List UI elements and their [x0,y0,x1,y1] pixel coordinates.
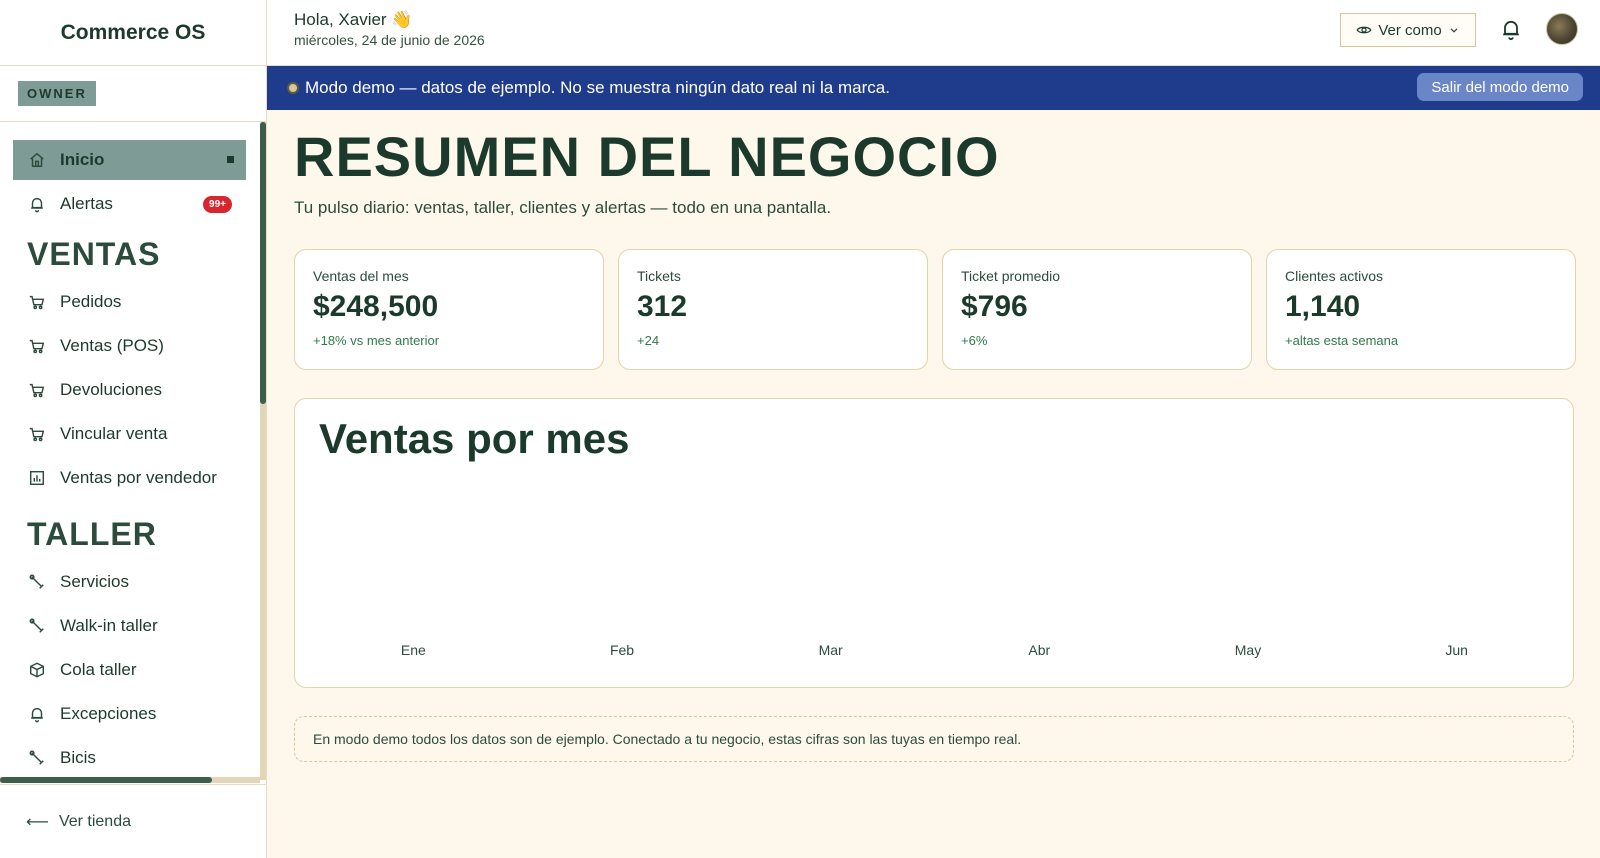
current-date: miércoles, 24 de junio de 2026 [294,32,485,48]
sidebar-item-label: Inicio [60,150,105,169]
sidebar-item-walk-in-taller[interactable]: Walk-in taller [13,606,246,646]
sales-chart: Ene Feb Mar Abr May Jun [401,642,1468,658]
sidebar-vertical-scroll-thumb[interactable] [260,122,266,404]
cart-icon [27,292,47,312]
sidebar-item-inicio[interactable]: Inicio [13,140,246,180]
sidebar-item-ventas-pos[interactable]: Ventas (POS) [13,326,246,366]
sidebar-item-label: Ventas (POS) [60,336,164,355]
demo-banner-text: Modo demo — datos de ejemplo. No se mues… [305,78,890,97]
sidebar-item-label: Pedidos [60,292,122,311]
ver-tienda-link[interactable]: ⟵ Ver tienda [0,784,267,858]
x-tick-label: Ene [401,642,426,658]
sidebar-item-label: Bicis [60,748,96,767]
sidebar-item-label: Servicios [60,572,129,591]
kpi-value: 1,140 [1285,290,1361,323]
kpi-delta: +6% [961,333,988,348]
avatar[interactable] [1546,13,1578,45]
sidebar-item-pedidos[interactable]: Pedidos [13,282,246,322]
top-bar: Hola, Xavier 👋 miércoles, 24 de junio de… [267,0,1600,66]
wrench-icon [27,616,47,636]
kpi-value: $796 [961,290,1028,323]
demo-banner: Modo demo — datos de ejemplo. No se mues… [267,66,1600,110]
sidebar-item-servicios[interactable]: Servicios [13,562,246,602]
kpi-delta: +24 [637,333,660,348]
kpi-label: Clientes activos [1285,268,1384,284]
section-title-taller: TALLER [27,516,157,552]
kpi-card-ticket-promedio: Ticket promedio $796 +6% [942,249,1252,370]
kpi-label: Tickets [637,268,681,284]
active-indicator [227,156,234,163]
x-tick-label: May [1235,642,1261,658]
bar-chart-icon [27,468,47,488]
sidebar-nav: Inicio Alertas 99+ VENTAS Pedidos Ventas… [0,122,267,780]
sales-by-month-chart-card: Ventas por mes Ene Feb Mar Abr May Jun [294,398,1574,688]
x-tick-label: Abr [1028,642,1050,658]
kpi-delta: +18% vs mes anterior [313,333,440,348]
sidebar-item-label: Alertas [60,194,113,213]
chevron-down-icon [1448,24,1460,36]
cart-icon [27,336,47,356]
role-area: OWNER [0,66,266,122]
kpi-value: $248,500 [313,290,439,323]
sidebar: Commerce OS OWNER Inicio Alertas 99+ VEN… [0,0,267,858]
page-title: RESUMEN DEL NEGOCIO [294,125,1000,188]
page-subtitle: Tu pulso diario: ventas, taller, cliente… [294,198,832,217]
sidebar-item-label: Excepciones [60,704,157,723]
kpi-label: Ventas del mes [313,268,409,284]
sidebar-item-excepciones[interactable]: Excepciones [13,694,246,734]
eye-icon [1356,22,1372,38]
sidebar-item-label: Cola taller [60,660,137,679]
home-icon [27,150,47,170]
box-icon [27,660,47,680]
kpi-label: Ticket promedio [961,268,1061,284]
x-tick-label: Mar [819,642,843,658]
notifications-bell-icon[interactable] [1499,16,1523,42]
view-as-dropdown[interactable]: Ver como [1340,13,1476,47]
cart-icon [27,424,47,444]
sidebar-item-label: Vincular venta [60,424,168,443]
section-title-ventas: VENTAS [27,236,161,272]
kpi-card-clientes-activos: Clientes activos 1,140 +altas esta seman… [1266,249,1576,370]
kpi-value: 312 [637,290,688,323]
sidebar-item-ventas-por-vendedor[interactable]: Ventas por vendedor [13,458,246,498]
sidebar-item-cola-taller[interactable]: Cola taller [13,650,246,690]
sidebar-item-alertas[interactable]: Alertas 99+ [13,184,246,224]
sidebar-item-label: Devoluciones [60,380,163,399]
kpi-card-tickets: Tickets 312 +24 [618,249,928,370]
alert-count-badge: 99+ [203,196,232,213]
bell-icon [27,194,47,214]
sidebar-item-bicis[interactable]: Bicis [13,738,246,778]
sidebar-item-label: Walk-in taller [60,616,158,635]
exit-demo-button[interactable]: Salir del modo demo [1417,73,1583,101]
demo-eye-icon [287,82,299,94]
sidebar-item-vincular-venta[interactable]: Vincular venta [13,414,246,454]
wrench-icon [27,748,47,768]
greeting: Hola, Xavier 👋 [294,10,413,29]
sidebar-horizontal-scroll-thumb[interactable] [0,777,212,783]
view-as-label: Ver como [1378,21,1442,39]
kpi-delta: +altas esta semana [1285,333,1399,348]
sidebar-item-devoluciones[interactable]: Devoluciones [13,370,246,410]
wrench-icon [27,572,47,592]
bell-icon [27,704,47,724]
ver-tienda-label: Ver tienda [58,812,131,830]
x-tick-label: Jun [1445,642,1468,658]
sidebar-item-label: Ventas por vendedor [60,468,217,487]
kpi-card-ventas-del-mes: Ventas del mes $248,500 +18% vs mes ante… [294,249,604,370]
demo-note: En modo demo todos los datos son de ejem… [294,716,1574,762]
x-tick-label: Feb [610,642,634,658]
brand-logo[interactable]: Commerce OS [0,0,266,66]
role-badge: OWNER [18,81,96,106]
cart-icon [27,380,47,400]
arrow-left-icon: ⟵ [26,813,49,831]
